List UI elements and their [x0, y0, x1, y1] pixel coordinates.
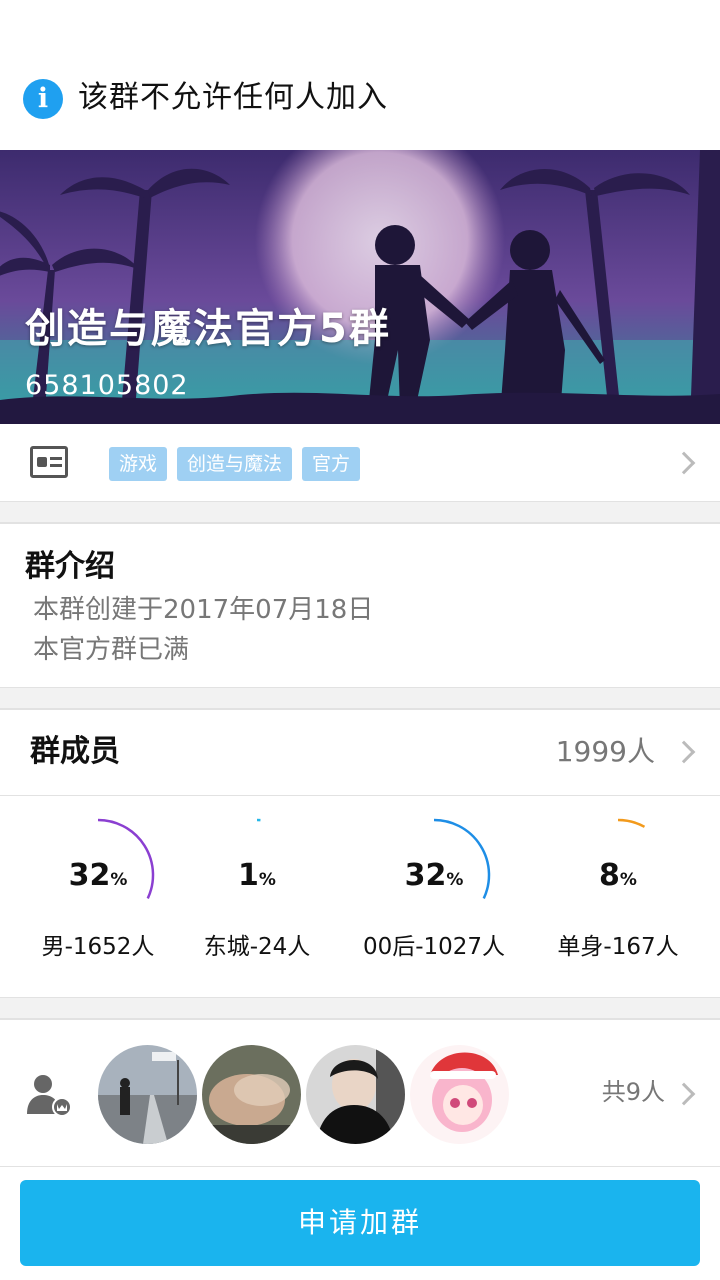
stat-relationship: 8% 单身-167人	[533, 810, 703, 970]
chevron-right-icon	[672, 1082, 696, 1106]
member-avatar[interactable]	[202, 1045, 301, 1144]
info-icon: i	[23, 79, 63, 119]
stat-percent: 1%	[238, 858, 276, 893]
group-members-section: 群成员 1999人 32% 男-1652人 1% 东城-24人 32% 00后-…	[0, 709, 720, 998]
members-divider	[0, 795, 720, 796]
stat-percent: 8%	[599, 858, 637, 893]
intro-heading: 群介绍	[25, 549, 115, 584]
section-divider	[0, 998, 720, 1019]
group-intro-section: 群介绍 本群创建于2017年07月18日 本官方群已满	[0, 523, 720, 688]
section-divider	[0, 502, 720, 523]
tag-item: 官方	[302, 447, 361, 481]
tag-item: 创造与魔法	[177, 447, 293, 481]
intro-line-created: 本群创建于2017年07月18日	[33, 595, 374, 625]
members-count[interactable]: 1999人	[556, 732, 655, 772]
group-title: 创造与魔法官方5群	[25, 306, 391, 352]
group-banner: 创造与魔法官方5群 658105802	[0, 150, 720, 424]
stat-percent: 32%	[68, 858, 128, 893]
intro-line-full: 本官方群已满	[33, 635, 190, 665]
id-card-icon	[30, 446, 68, 478]
member-avatars-row[interactable]: 共9人	[0, 1019, 720, 1167]
chevron-right-icon	[672, 451, 696, 475]
stat-label: 单身-167人	[557, 934, 679, 960]
member-avatar[interactable]	[306, 1045, 405, 1144]
section-divider	[0, 688, 720, 709]
tag-list: 游戏 创造与魔法 官方	[109, 447, 361, 481]
group-id: 658105802	[25, 370, 189, 401]
members-heading: 群成员	[30, 734, 120, 769]
stat-label: 00后-1027人	[362, 934, 506, 960]
notice-bar: i 该群不允许任何人加入	[0, 0, 720, 150]
chevron-right-icon[interactable]	[672, 740, 696, 764]
admin-user-icon	[27, 1075, 72, 1116]
tag-item: 游戏	[109, 447, 168, 481]
group-tags-row[interactable]: 游戏 创造与魔法 官方	[0, 424, 720, 502]
notice-text: 该群不允许任何人加入	[78, 80, 388, 115]
member-avatar[interactable]	[98, 1045, 197, 1144]
stat-location: 1% 东城-24人	[172, 810, 342, 970]
stat-percent: 32%	[404, 858, 464, 893]
apply-join-button[interactable]: 申请加群	[20, 1180, 700, 1266]
member-avatar[interactable]	[410, 1045, 509, 1144]
stat-age: 32% 00后-1027人	[349, 810, 519, 970]
members-total: 共9人	[601, 1078, 665, 1106]
